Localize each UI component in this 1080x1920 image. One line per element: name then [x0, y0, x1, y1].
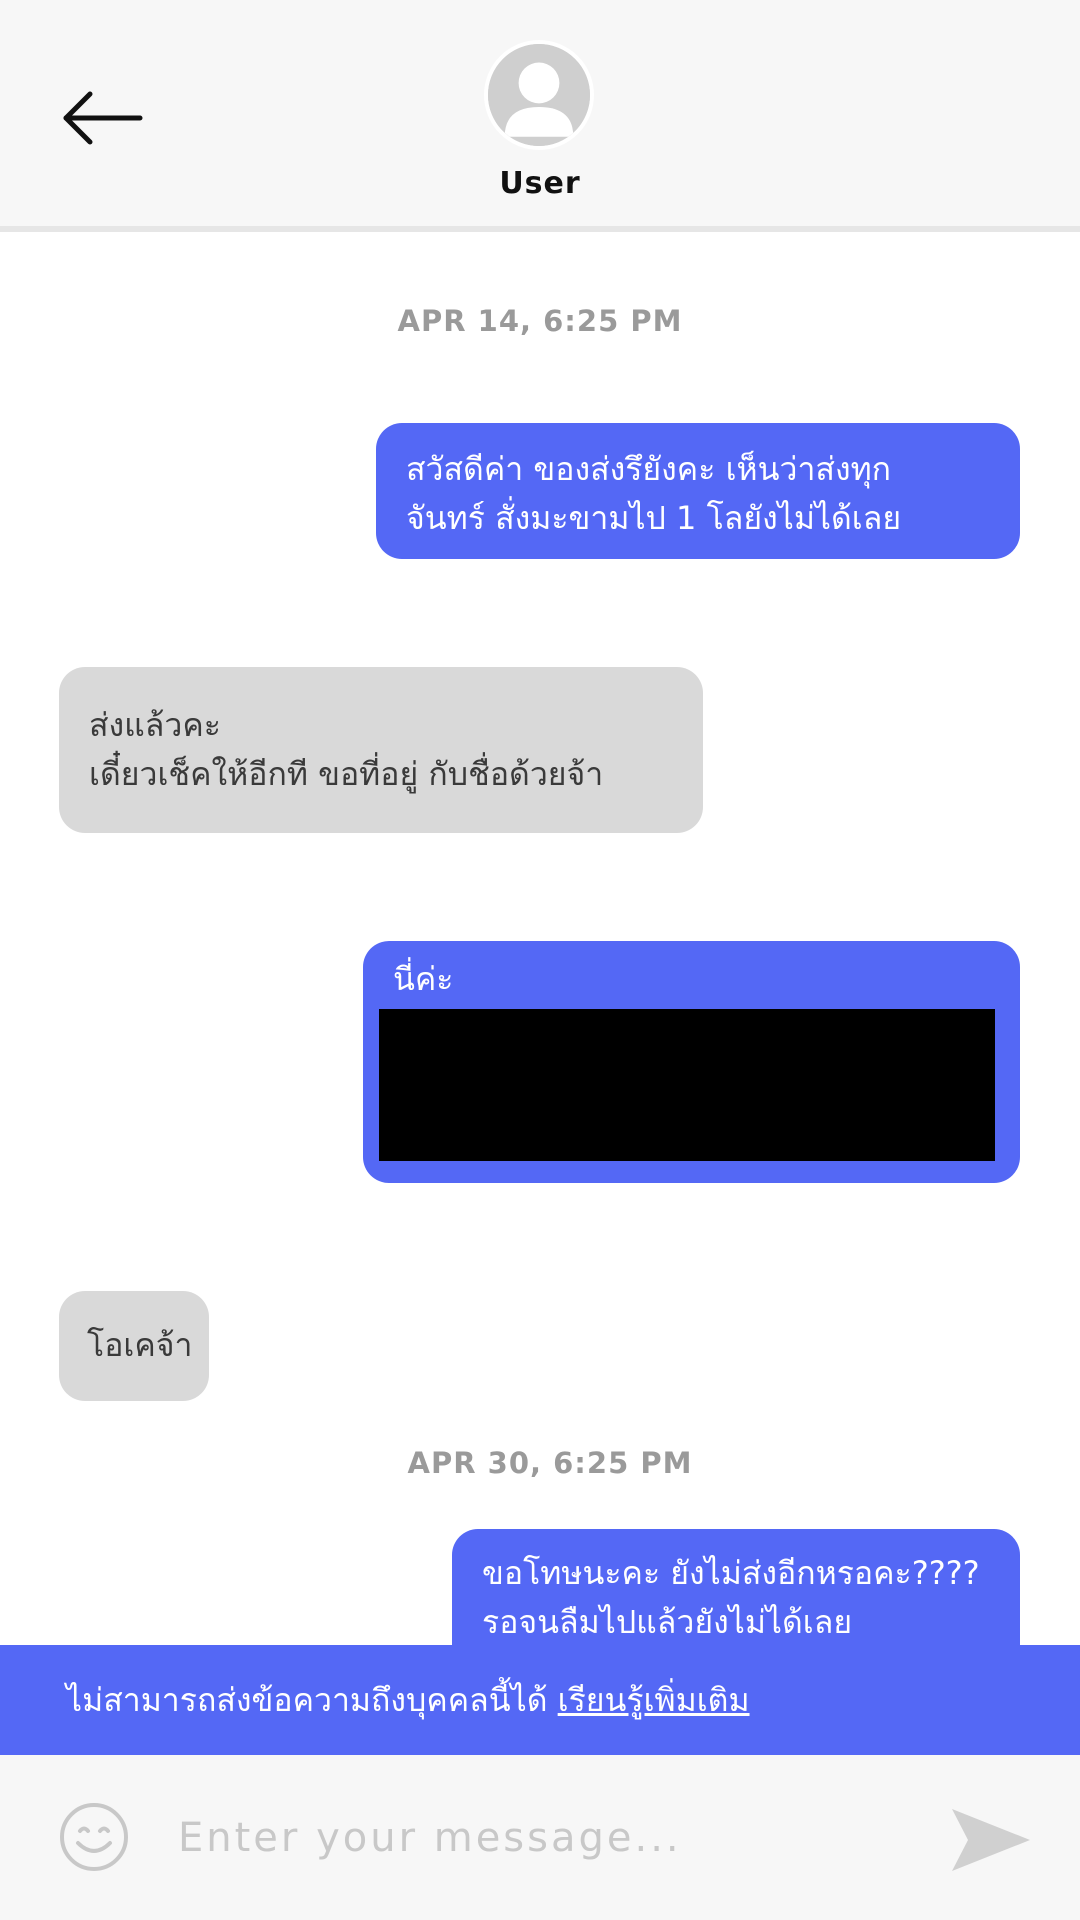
user-avatar-icon	[488, 44, 590, 146]
message-text: จันทร์ สั่งมะขามไป 1 โลยังไม่ได้เลย	[406, 499, 902, 537]
timestamp: APR 30, 6:25 PM	[407, 1446, 693, 1480]
message-text: เดี๋ยวเช็คให้อีกที ขอที่อยู่ กับชื่อด้วย…	[89, 755, 604, 793]
message-composer	[0, 1755, 1080, 1920]
emoji-button[interactable]	[58, 1801, 130, 1873]
message-text: รอจนลืมไปแล้วยังไม่ได้เลย	[482, 1603, 853, 1641]
message-text: ส่งแล้วคะ	[89, 706, 221, 744]
message-bubble-incoming[interactable]: ส่งแล้วคะ เดี๋ยวเช็คให้อีกที ขอที่อยู่ ก…	[59, 667, 703, 833]
avatar[interactable]	[484, 40, 594, 150]
message-bubble-outgoing[interactable]: สวัสดีค่า ของส่งรึยังคะ เห็นว่าส่งทุก จั…	[376, 423, 1020, 559]
message-input[interactable]	[178, 1793, 898, 1883]
send-icon	[952, 1809, 1030, 1871]
redacted-attachment[interactable]	[379, 1009, 995, 1161]
chat-header: User	[0, 0, 1080, 232]
notice-text: ไม่สามารถส่งข้อความถึงบุคคลนี้ได้	[66, 1681, 558, 1719]
chat-screen: User APR 14, 6:25 PM สวัสดีค่า ของส่งรึย…	[0, 0, 1080, 1920]
learn-more-link[interactable]: เรียนรู้เพิ่มเติม	[558, 1681, 750, 1719]
back-button[interactable]	[60, 88, 144, 148]
arrow-left-icon	[63, 91, 143, 145]
timestamp: APR 14, 6:25 PM	[397, 304, 683, 338]
message-text: นี่ค่ะ	[393, 960, 454, 998]
contact-name[interactable]: User	[0, 166, 1080, 201]
message-text: สวัสดีค่า ของส่งรึยังคะ เห็นว่าส่งทุก	[406, 450, 892, 488]
send-button[interactable]	[950, 1805, 1032, 1875]
message-text: ขอโทษนะคะ ยังไม่ส่งอีกหรอคะ????	[482, 1554, 980, 1592]
cannot-message-notice: ไม่สามารถส่งข้อความถึงบุคคลนี้ได้ เรียนร…	[0, 1645, 1080, 1755]
message-text: โอเคจ้า	[87, 1326, 193, 1364]
message-bubble-incoming[interactable]: โอเคจ้า	[59, 1291, 209, 1401]
message-bubble-outgoing[interactable]: นี่ค่ะ	[363, 941, 1020, 1183]
smiley-icon	[60, 1803, 128, 1871]
